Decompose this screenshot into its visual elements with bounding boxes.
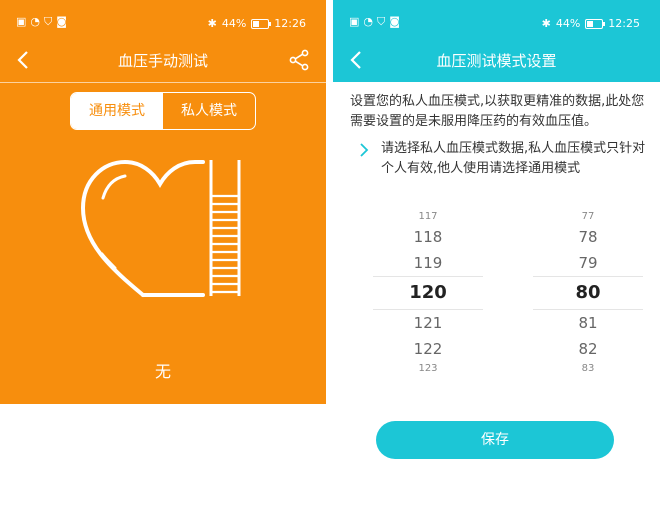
mode-segmented-control: 通用模式 私人模式 [70,92,256,130]
clock: 12:25 [608,17,640,30]
tab-general-mode[interactable]: 通用模式 [71,93,163,129]
nav-bar: 血压测试模式设置 [333,40,660,82]
picker-option[interactable]: 82 [533,336,643,362]
page-title: 血压手动测试 [117,52,208,70]
page-title: 血压测试模式设置 [436,52,557,70]
battery-icon [251,18,272,29]
mode-settings-screen: ▣ ◔ ⛉ ◙ ✱ 44% 12:25 血压测试模式设置 设置您的私人血压模式,… [333,0,660,507]
shield-icon: ⛉ [377,15,386,28]
picker-option[interactable]: 118 [373,224,483,250]
picker-selected[interactable]: 120 [373,276,483,310]
bluetooth-icon: ✱ [207,17,217,30]
share-icon[interactable] [288,49,310,71]
picker-option[interactable]: 122 [373,336,483,362]
picker-option[interactable]: 119 [373,250,483,276]
hint-text: 请选择私人血压模式数据,私人血压模式只针对个人有效,他人使用请选择通用模式 [381,141,646,176]
picker-option[interactable]: 121 [373,310,483,336]
systolic-picker[interactable]: 117 118 119 120 121 122 123 [373,210,483,376]
app-badge-icon: ◙ [56,15,67,28]
chevron-right-icon [360,143,369,157]
result-value: 无 [154,362,171,381]
picker-option[interactable]: 78 [533,224,643,250]
description-text: 设置您的私人血压模式,以获取更精准的数据,此处您需要设置的是未服用降压药的有效血… [350,94,645,129]
status-bar: ▣ ◔ ⛉ ◙ ✱ 44% 12:25 [333,0,660,40]
picker-option[interactable]: 79 [533,250,643,276]
clock: 12:26 [274,17,306,30]
save-button[interactable]: 保存 [376,421,614,459]
shield-icon: ⛉ [44,15,53,28]
picker-option[interactable]: 83 [533,362,643,376]
app-badge-icon: ◙ [389,15,400,28]
battery-percent: 44% [555,17,581,30]
picker-option[interactable]: 117 [373,210,483,224]
battery-icon [585,18,606,29]
notification-icon: ▣ [349,15,360,28]
diastolic-picker[interactable]: 77 78 79 80 81 82 83 [533,210,643,376]
picker-option[interactable]: 77 [533,210,643,224]
picker-option[interactable]: 123 [373,362,483,376]
nav-bar: 血压手动测试 [0,40,326,80]
manual-test-screen: ▣ ◔ ⛉ ◙ ✱ 44% 12:26 血压手动测试 通用模式 私人模式 无 [0,0,326,404]
nav-divider [0,82,326,83]
picker-option[interactable]: 81 [533,310,643,336]
tab-private-mode[interactable]: 私人模式 [163,93,255,129]
bluetooth-icon: ✱ [541,17,551,30]
wifi-icon: ◔ [30,15,41,28]
picker-selected[interactable]: 80 [533,276,643,310]
heart-gauge-icon [80,159,241,297]
battery-percent: 44% [221,17,247,30]
wifi-icon: ◔ [363,15,374,28]
notification-icon: ▣ [16,15,27,28]
